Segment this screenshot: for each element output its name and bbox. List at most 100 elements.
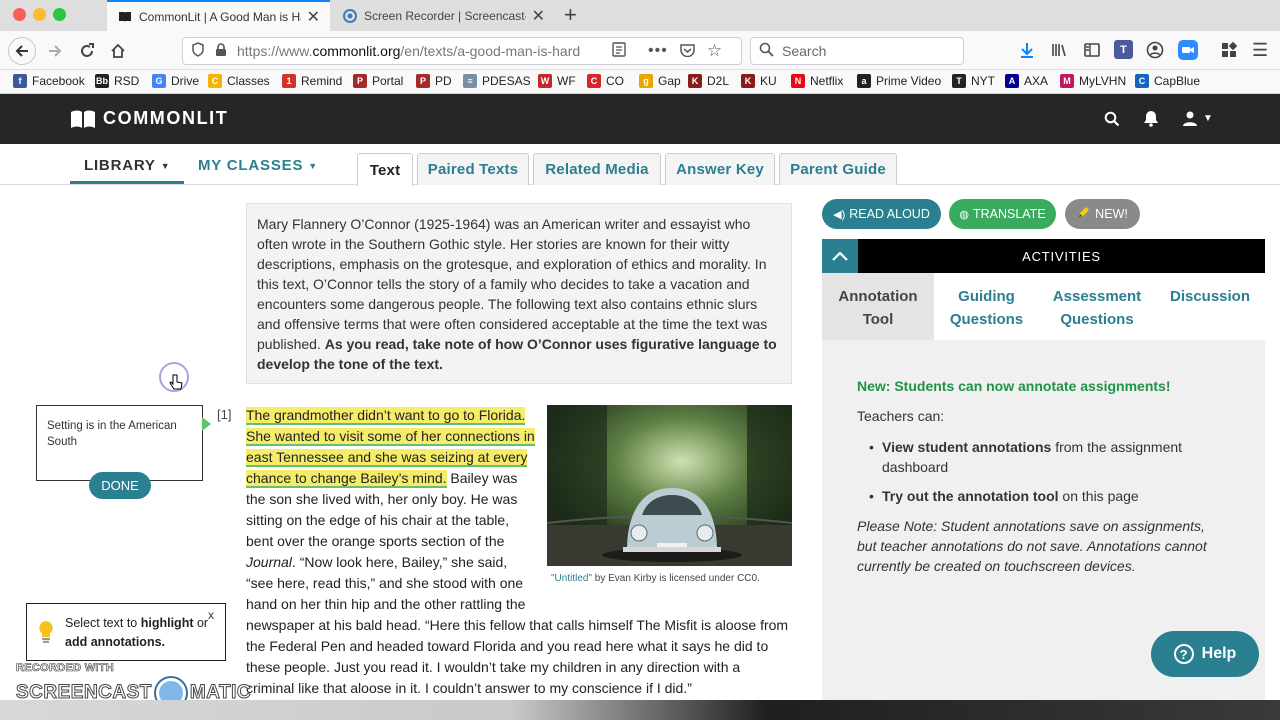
help-button[interactable]: ? Help xyxy=(1151,631,1259,677)
home-button[interactable] xyxy=(106,39,130,63)
bookmark-label: PD xyxy=(435,74,452,88)
bookmark-remind[interactable]: 1 Remind xyxy=(282,74,342,88)
bullet-view-annotations: • View student annotations from the assi… xyxy=(869,437,1212,477)
tab-guiding-questions[interactable]: Guiding Questions xyxy=(934,285,1039,331)
zoom-window-button[interactable] xyxy=(53,8,66,21)
bookmark-label: Gap xyxy=(658,74,681,88)
bookmark-favicon-icon: P xyxy=(353,74,367,88)
notifications-bell-icon[interactable] xyxy=(1143,110,1159,132)
bookmark-pd[interactable]: P PD xyxy=(416,74,452,88)
library-icon[interactable] xyxy=(1050,41,1068,64)
site-search-icon[interactable] xyxy=(1104,111,1120,132)
user-menu-button[interactable]: ▼ xyxy=(1183,111,1213,126)
tab-assessment-questions[interactable]: Assessment Questions xyxy=(1044,285,1150,331)
bookmark-pdesas[interactable]: ≡ PDESAS xyxy=(463,74,531,88)
bookmark-gap[interactable]: g Gap xyxy=(639,74,681,88)
sidebar-icon[interactable] xyxy=(1083,41,1101,64)
bookmark-ku[interactable]: K KU xyxy=(741,74,777,88)
library-menu[interactable]: LIBRARY ▼ xyxy=(84,157,170,174)
commonlit-logo[interactable]: COMMONLIT xyxy=(70,108,228,129)
tab-annotation-tool[interactable]: Annotation Tool xyxy=(822,285,934,331)
tip-text: Select text to highlight or add annotati… xyxy=(65,614,215,652)
bookmark-favicon-icon: K xyxy=(741,74,755,88)
forward-arrow-icon xyxy=(49,45,62,57)
tracking-shield-icon xyxy=(191,42,205,60)
tab-answer-key[interactable]: Answer Key xyxy=(665,153,775,185)
translate-button[interactable]: ◍ TRANSLATE xyxy=(949,199,1056,229)
new-tab-button[interactable]: + xyxy=(564,2,577,28)
lock-icon xyxy=(215,42,227,60)
tab-discussion[interactable]: Discussion xyxy=(1162,285,1258,308)
tip-middle: or xyxy=(193,616,209,630)
tip-close-button[interactable]: x xyxy=(208,608,214,622)
bookmark-axa[interactable]: A AXA xyxy=(1005,74,1048,88)
bookmark-favicon-icon: 1 xyxy=(282,74,296,88)
bookmark-favicon-icon: M xyxy=(1060,74,1074,88)
close-tab-icon[interactable]: ✕ xyxy=(532,6,545,26)
url-text: https://www.commonlit.org/en/texts/a-goo… xyxy=(237,43,581,59)
site-subnav: LIBRARY ▼ MY CLASSES ▼ Text Paired Texts… xyxy=(0,144,1280,186)
activities-title: ACTIVITIES xyxy=(1022,248,1101,264)
new-annotation-button[interactable]: NEW! xyxy=(1065,199,1140,229)
image-float-spacer xyxy=(538,405,792,599)
extensions-puzzle-icon[interactable] xyxy=(1220,41,1238,64)
bookmark-mylvhn[interactable]: M MyLVHN xyxy=(1060,74,1126,88)
extension-teams-icon[interactable]: T xyxy=(1114,40,1133,59)
bookmark-prime-video[interactable]: a Prime Video xyxy=(857,74,941,88)
new-label: NEW! xyxy=(1095,207,1128,221)
collapse-panel-button[interactable] xyxy=(822,239,858,273)
download-icon[interactable] xyxy=(1018,41,1036,64)
done-button[interactable]: DONE xyxy=(89,472,151,499)
my-classes-label: MY CLASSES xyxy=(198,157,304,174)
tab-guiding-line2: Questions xyxy=(949,311,1024,328)
reload-button[interactable] xyxy=(75,39,99,63)
tab-parent-guide[interactable]: Parent Guide xyxy=(779,153,897,185)
tab-paired-texts[interactable]: Paired Texts xyxy=(417,153,529,185)
browser-tab-screencast[interactable]: Screen Recorder | Screencast- ✕ xyxy=(332,0,555,31)
reader-view-icon[interactable] xyxy=(612,42,626,60)
minimize-window-button[interactable] xyxy=(33,8,46,21)
tab-text[interactable]: Text xyxy=(357,153,413,186)
tip-add-annotations: add annotations. xyxy=(65,635,165,649)
bookmark-label: Remind xyxy=(301,74,343,88)
tab-annotation-line1: Annotation xyxy=(838,288,918,305)
url-bar[interactable]: https://www.commonlit.org/en/texts/a-goo… xyxy=(182,37,742,65)
bookmark-favicon-icon: g xyxy=(639,74,653,88)
back-button[interactable] xyxy=(8,37,36,65)
bookmark-nyt[interactable]: T NYT xyxy=(952,74,995,88)
bookmark-classes[interactable]: C Classes xyxy=(208,74,270,88)
close-window-button[interactable] xyxy=(13,8,26,21)
book-logo-icon xyxy=(71,110,95,128)
bookmark-netflix[interactable]: N Netflix xyxy=(791,74,843,88)
bookmark-star-icon[interactable]: ☆ xyxy=(707,41,722,61)
bookmark-rsd[interactable]: Bb RSD xyxy=(95,74,139,88)
page-actions-icon[interactable]: ••• xyxy=(648,42,668,60)
teacher-note: Please Note: Student annotations save on… xyxy=(857,518,1207,574)
account-icon[interactable] xyxy=(1146,41,1164,64)
bookmark-facebook[interactable]: f Facebook xyxy=(13,74,85,88)
bookmark-label: Facebook xyxy=(32,74,85,88)
zoom-extension-icon[interactable] xyxy=(1178,40,1198,60)
search-bar[interactable]: Search xyxy=(750,37,964,65)
browser-tab-commonlit[interactable]: CommonLit | A Good Man is Ha ✕ xyxy=(107,0,330,31)
close-tab-icon[interactable]: ✕ xyxy=(307,7,320,27)
hand-cursor-icon xyxy=(169,373,183,396)
menu-hamburger-icon[interactable]: ☰ xyxy=(1252,40,1268,61)
bookmark-capblue[interactable]: C CapBlue xyxy=(1135,74,1200,88)
bookmark-d2l[interactable]: K D2L xyxy=(688,74,729,88)
bookmark-drive[interactable]: G Drive xyxy=(152,74,199,88)
bookmark-label: D2L xyxy=(707,74,730,88)
forward-button[interactable] xyxy=(43,39,67,63)
read-aloud-button[interactable]: ◀) READ ALOUD xyxy=(822,199,941,229)
bullet2-rest: on this page xyxy=(1058,488,1139,504)
annotation-input[interactable]: Setting is in the American South xyxy=(36,405,203,481)
tab-related-media[interactable]: Related Media xyxy=(533,153,661,185)
my-classes-menu[interactable]: MY CLASSES ▼ xyxy=(198,157,318,174)
pocket-icon[interactable] xyxy=(680,43,695,60)
translate-label: TRANSLATE xyxy=(972,207,1046,221)
bookmark-favicon-icon: C xyxy=(208,74,222,88)
bookmark-co[interactable]: C CO xyxy=(587,74,624,88)
bookmark-portal[interactable]: P Portal xyxy=(353,74,403,88)
chevron-up-icon xyxy=(832,251,848,261)
bookmark-wf[interactable]: W WF xyxy=(538,74,576,88)
